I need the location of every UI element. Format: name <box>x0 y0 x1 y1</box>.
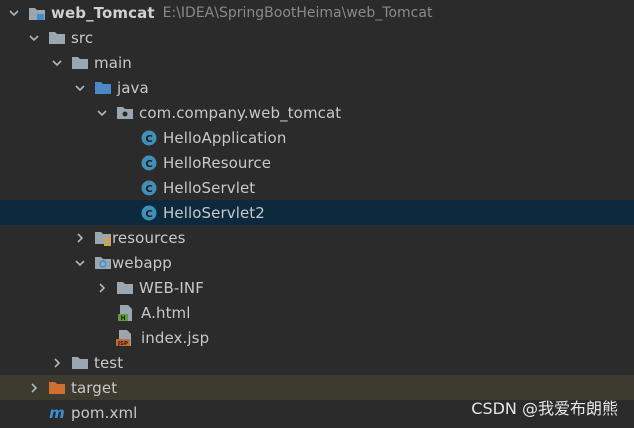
svg-text:C: C <box>145 134 152 145</box>
tree-label: java <box>117 78 149 97</box>
tree-row-class-selected[interactable]: C HelloServlet2 <box>0 200 634 225</box>
maven-icon: m <box>48 400 66 425</box>
tree-row-resources[interactable]: resources <box>0 225 634 250</box>
tree-label: WEB-INF <box>139 278 204 297</box>
tree-label: src <box>71 28 94 47</box>
file-label: A.html <box>141 303 191 322</box>
chevron-down-icon[interactable] <box>72 250 88 275</box>
chevron-right-icon[interactable] <box>49 350 65 375</box>
tree-label: pom.xml <box>71 403 138 422</box>
tree-row-src[interactable]: src <box>0 25 634 50</box>
svg-text:C: C <box>145 184 152 195</box>
excluded-folder-icon <box>48 375 66 400</box>
chevron-down-icon[interactable] <box>6 0 22 25</box>
class-icon: C <box>140 175 158 200</box>
class-label: HelloResource <box>163 153 272 172</box>
tree-row-class[interactable]: C HelloServlet <box>0 175 634 200</box>
chevron-right-icon[interactable] <box>94 275 110 300</box>
tree-label: main <box>94 53 132 72</box>
tree-row-main[interactable]: main <box>0 50 634 75</box>
tree-label: com.company.web_tomcat <box>139 103 342 122</box>
module-folder-icon <box>28 0 46 25</box>
tree-row-java[interactable]: java <box>0 75 634 100</box>
module-name: web_Tomcat <box>51 3 155 22</box>
file-label: index.jsp <box>141 328 210 347</box>
svg-text:C: C <box>145 159 152 170</box>
tree-row-class[interactable]: C HelloApplication <box>0 125 634 150</box>
web-folder-icon <box>94 250 112 275</box>
folder-icon <box>71 350 89 375</box>
tree-row-module[interactable]: web_Tomcat E:\IDEA\SpringBootHeima\web_T… <box>0 0 634 25</box>
chevron-right-icon[interactable] <box>26 375 42 400</box>
tree-row-file[interactable]: H A.html <box>0 300 634 325</box>
tree-row-package[interactable]: com.company.web_tomcat <box>0 100 634 125</box>
module-path: E:\IDEA\SpringBootHeima\web_Tomcat <box>162 4 433 21</box>
tree-label: target <box>71 378 118 397</box>
class-icon: C <box>140 200 158 225</box>
class-icon: C <box>140 125 158 150</box>
class-icon: C <box>140 150 158 175</box>
watermark: CSDN @我爱布朗熊 <box>471 399 618 418</box>
class-label: HelloServlet2 <box>163 203 265 222</box>
resources-folder-icon <box>94 225 112 250</box>
folder-icon <box>48 25 66 50</box>
svg-text:H: H <box>120 315 125 322</box>
tree-label: webapp <box>112 253 172 272</box>
tree-row-file[interactable]: JSP index.jsp <box>0 325 634 350</box>
package-icon <box>116 100 134 125</box>
svg-text:C: C <box>145 209 152 220</box>
tree-row-web-inf[interactable]: WEB-INF <box>0 275 634 300</box>
tree-row-class[interactable]: C HelloResource <box>0 150 634 175</box>
tree-row-webapp[interactable]: webapp <box>0 250 634 275</box>
folder-icon <box>71 50 89 75</box>
class-label: HelloServlet <box>163 178 256 197</box>
chevron-down-icon[interactable] <box>49 50 65 75</box>
jsp-file-icon: JSP <box>116 325 134 350</box>
chevron-down-icon[interactable] <box>26 25 42 50</box>
chevron-down-icon[interactable] <box>94 100 110 125</box>
svg-text:m: m <box>49 405 65 421</box>
tree-label: test <box>94 353 124 372</box>
chevron-right-icon[interactable] <box>72 225 88 250</box>
svg-text:JSP: JSP <box>117 341 128 347</box>
class-label: HelloApplication <box>163 128 287 147</box>
html-file-icon: H <box>116 300 134 325</box>
tree-label: resources <box>112 228 186 247</box>
folder-icon <box>116 275 134 300</box>
source-folder-icon <box>94 75 112 100</box>
tree-row-test[interactable]: test <box>0 350 634 375</box>
chevron-down-icon[interactable] <box>72 75 88 100</box>
